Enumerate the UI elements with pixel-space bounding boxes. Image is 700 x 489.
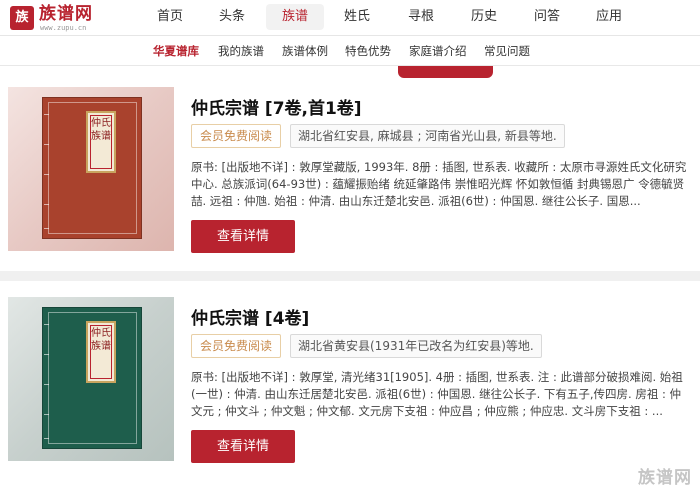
subnav-item-faq[interactable]: 常见问题 (484, 36, 530, 66)
site-logo[interactable]: 族 族谱网 www.zupu.cn (10, 5, 110, 33)
book-cover[interactable]: 仲氏 族谱 (8, 297, 174, 461)
genealogy-description: 原书: [出版地不详] : 敦厚堂藏版, 1993年. 8册 : 插图, 世系表… (191, 160, 687, 208)
subnav-item-features[interactable]: 特色优势 (345, 36, 391, 66)
book-cover-image: 仲氏 族谱 (42, 307, 142, 449)
location-tag: 湖北省红安县, 麻城县 ; 河南省光山县, 新县等地. (290, 124, 565, 148)
book-cover-image: 仲氏 族谱 (42, 97, 142, 239)
site-watermark: 族谱网 (638, 468, 692, 488)
active-tab-indicator (398, 66, 493, 78)
book-title-label: 仲氏 族谱 (86, 111, 116, 173)
subnav-item-family-intro[interactable]: 家庭谱介绍 (409, 36, 467, 66)
subnav-item-huaxia-library[interactable]: 华夏谱库 (153, 36, 199, 66)
view-details-button[interactable]: 查看详情 (191, 430, 295, 463)
nav-item-home[interactable]: 首页 (152, 4, 188, 30)
subnav-item-my-genealogy[interactable]: 我的族谱 (218, 36, 264, 66)
logo-icon: 族 (10, 6, 34, 30)
results-list: 仲氏 族谱 仲氏宗谱 [7卷,首1卷] 会员免费阅读 湖北省红安县, 麻城县 ;… (0, 66, 700, 489)
sub-navbar: 华夏谱库 我的族谱 族谱体例 特色优势 家庭谱介绍 常见问题 (0, 36, 700, 66)
nav-item-history[interactable]: 历史 (466, 4, 502, 30)
nav-item-headlines[interactable]: 头条 (214, 4, 250, 30)
genealogy-title[interactable]: 仲氏宗谱 [4卷] (191, 304, 309, 329)
book-cover[interactable]: 仲氏 族谱 (8, 87, 174, 251)
member-free-tag: 会员免费阅读 (191, 334, 282, 358)
logo-url: www.zupu.cn (40, 24, 87, 32)
card-divider (0, 271, 700, 281)
location-tag: 湖北省黄安县(1931年已改名为红安县)等地. (290, 334, 542, 358)
member-free-tag: 会员免费阅读 (191, 124, 282, 148)
genealogy-description: 原书: [出版地不详] : 敦厚堂, 清光绪31[1905]. 4册 : 插图,… (191, 370, 683, 418)
view-details-button[interactable]: 查看详情 (191, 220, 295, 253)
subnav-item-genealogy-format[interactable]: 族谱体例 (282, 36, 328, 66)
book-title-label: 仲氏 族谱 (86, 321, 116, 383)
nav-item-genealogy[interactable]: 族谱 (266, 4, 324, 30)
logo-text: 族谱网 (39, 4, 93, 24)
nav-item-apps[interactable]: 应用 (591, 4, 627, 30)
top-navbar: 族 族谱网 www.zupu.cn 首页 头条 族谱 姓氏 寻根 历史 问答 应… (0, 0, 700, 36)
nav-item-roots[interactable]: 寻根 (403, 4, 439, 30)
nav-item-qa[interactable]: 问答 (529, 4, 565, 30)
genealogy-title[interactable]: 仲氏宗谱 [7卷,首1卷] (191, 94, 362, 119)
nav-item-surnames[interactable]: 姓氏 (339, 4, 375, 30)
